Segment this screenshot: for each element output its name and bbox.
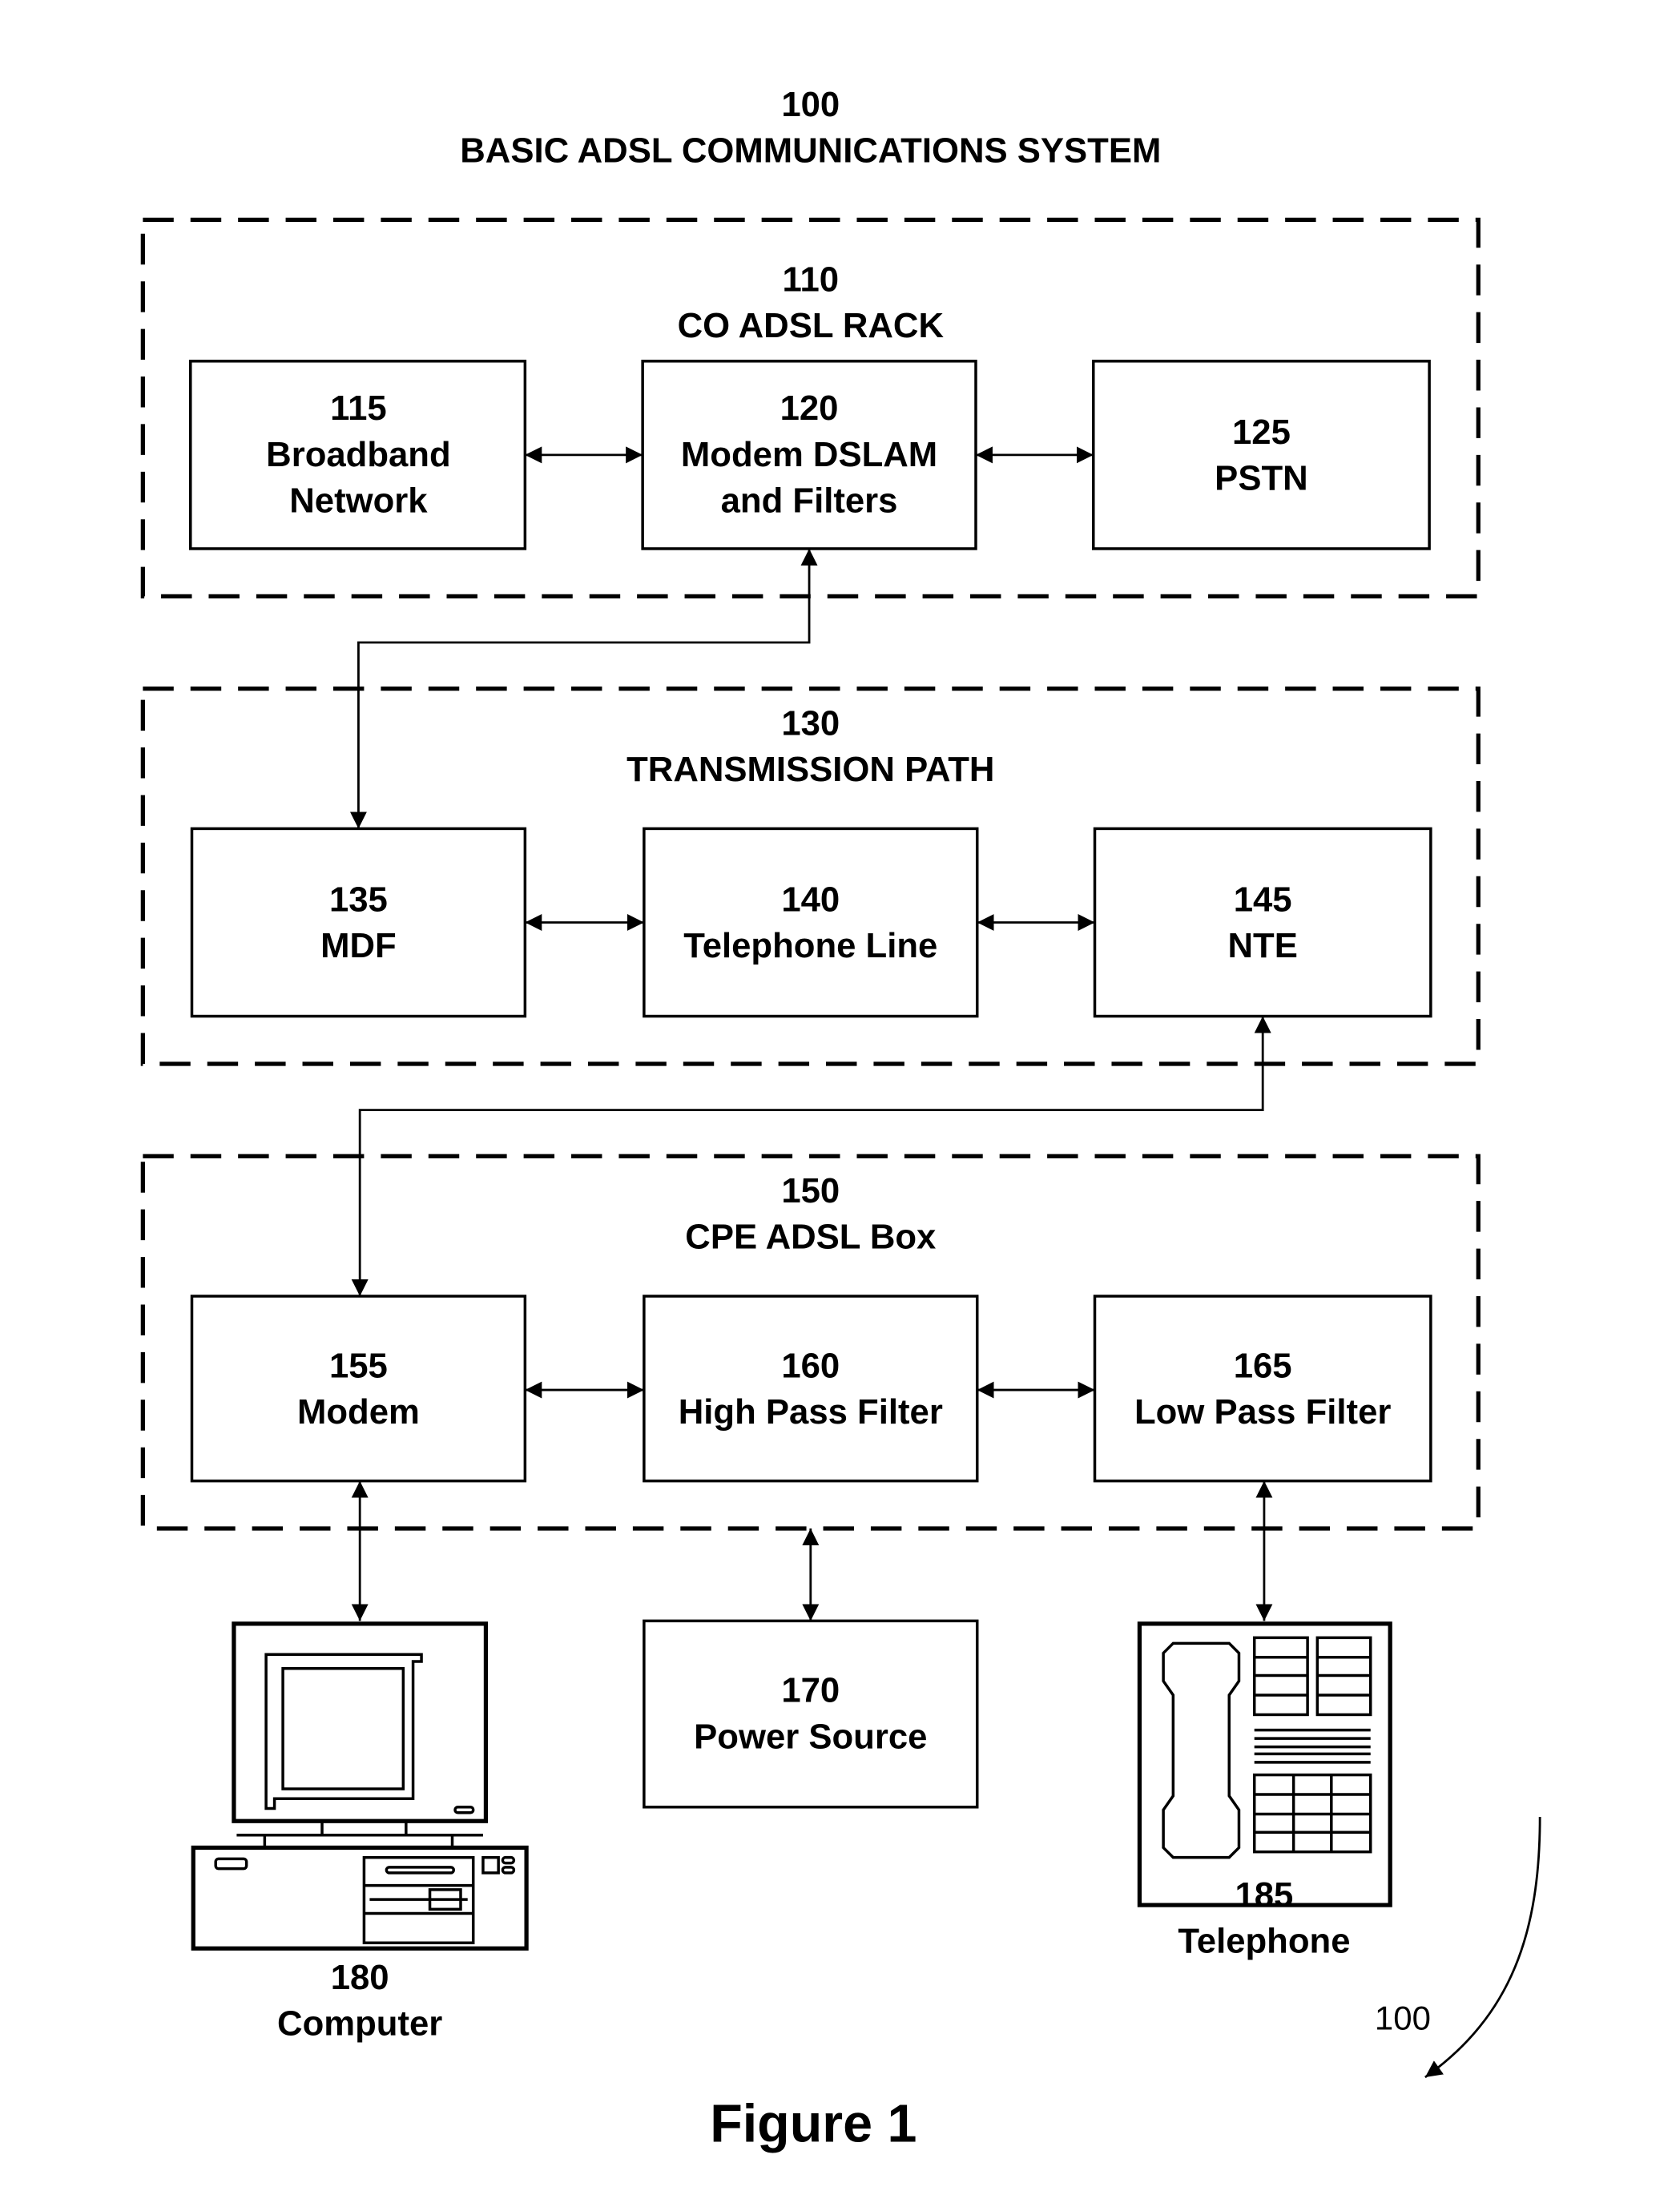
- block-label: High Pass Filter: [679, 1392, 943, 1432]
- computer-label: Computer: [277, 2004, 442, 2044]
- telephone-label: Telephone: [1178, 1921, 1350, 1960]
- group-co-adsl-rack: 110 CO ADSL RACK 115 Broadband Network 1…: [140, 217, 1481, 598]
- block-number: 140: [781, 880, 840, 919]
- group-number: 150: [781, 1171, 840, 1210]
- block-broadband-network[interactable]: 115 Broadband Network: [189, 360, 527, 550]
- block-label: Low Pass Filter: [1134, 1392, 1391, 1432]
- computer-number: 180: [331, 1958, 389, 1997]
- block-number: 115: [330, 389, 386, 428]
- block-mdf[interactable]: 135 MDF: [190, 827, 527, 1018]
- system-title: BASIC ADSL COMMUNICATIONS SYSTEM: [460, 131, 1161, 171]
- group-transmission-path: 130 TRANSMISSION PATH 135 MDF 140 Teleph…: [140, 687, 1481, 1066]
- block-modem-dslam[interactable]: 120 Modem DSLAM and Filters: [641, 360, 977, 550]
- block-label: Power Source: [694, 1717, 927, 1756]
- block-number: 155: [329, 1346, 388, 1385]
- block-number: 135: [329, 880, 388, 919]
- block-label: Telephone Line: [683, 926, 937, 965]
- group-number: 110: [783, 260, 839, 299]
- block-pstn[interactable]: 125 PSTN: [1092, 360, 1431, 550]
- reference-number: 100: [1375, 2000, 1431, 2037]
- block-number: 160: [781, 1346, 840, 1385]
- group-title: CO ADSL RACK: [678, 306, 945, 345]
- block-number: 120: [780, 389, 839, 428]
- block-label: Modem DSLAM: [681, 435, 937, 474]
- block-label: NTE: [1228, 926, 1298, 965]
- block-nte[interactable]: 145 NTE: [1093, 827, 1432, 1018]
- block-low-pass-filter[interactable]: 165 Low Pass Filter: [1093, 1295, 1432, 1483]
- block-label: and Filters: [721, 481, 898, 521]
- block-label: PSTN: [1215, 459, 1307, 498]
- block-high-pass-filter[interactable]: 160 High Pass Filter: [643, 1295, 979, 1483]
- block-number: 125: [1232, 413, 1291, 452]
- block-power-source[interactable]: 170 Power Source: [643, 1619, 979, 1809]
- block-number: 170: [781, 1671, 840, 1710]
- system-number: 100: [781, 85, 840, 124]
- block-label: Broadband: [266, 435, 450, 474]
- reference-curved-arrow: [1424, 1816, 1541, 2079]
- block-modem[interactable]: 155 Modem: [190, 1295, 527, 1483]
- group-number: 130: [781, 703, 840, 743]
- block-label: Network: [289, 481, 428, 521]
- group-title: TRANSMISSION PATH: [626, 750, 994, 789]
- telephone-number: 185: [1235, 1875, 1293, 1915]
- computer-icon[interactable]: [191, 1621, 529, 1951]
- diagram-canvas: 100 BASIC ADSL COMMUNICATIONS SYSTEM 110…: [140, 85, 1541, 2153]
- group-cpe-adsl-box: 150 CPE ADSL Box 155 Modem 160 High Pass…: [140, 1154, 1481, 1531]
- group-title: CPE ADSL Box: [685, 1218, 936, 1257]
- block-telephone-line[interactable]: 140 Telephone Line: [643, 827, 979, 1018]
- block-label: MDF: [320, 926, 397, 965]
- telephone-icon[interactable]: [1137, 1621, 1392, 1907]
- block-number: 145: [1234, 880, 1292, 919]
- block-label: Modem: [297, 1392, 420, 1432]
- block-number: 165: [1234, 1346, 1292, 1385]
- figure-label: Figure 1: [710, 2094, 917, 2153]
